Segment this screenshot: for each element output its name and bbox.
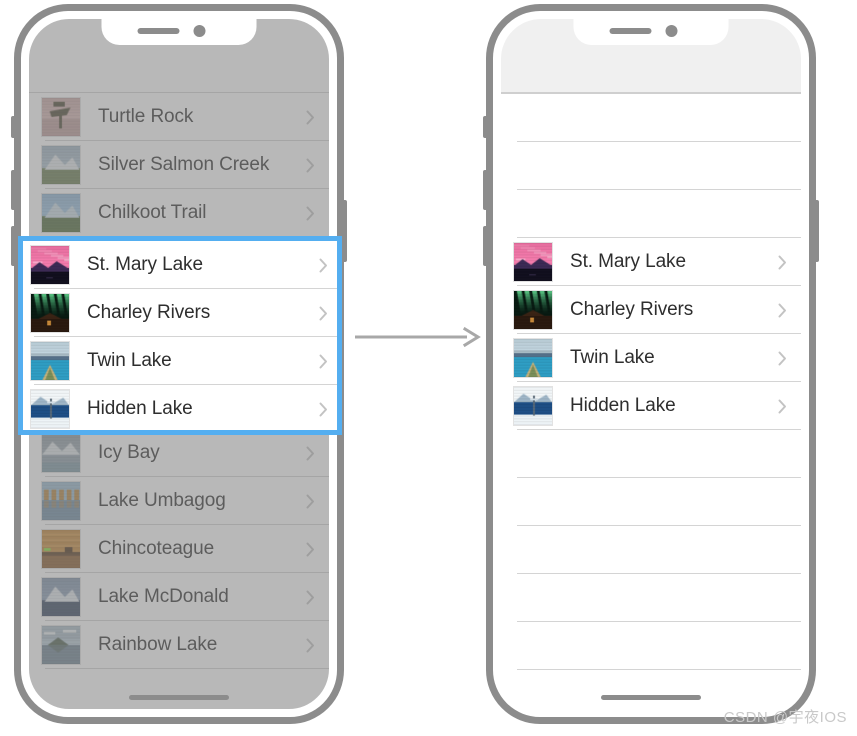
landmark-thumbnail — [41, 145, 81, 185]
table-row[interactable]: Chincoteague — [29, 525, 329, 573]
chevron-right-icon — [306, 110, 315, 125]
landmark-list[interactable]: St. Mary Lake Charley Rivers Twin Lake Hidd… — [501, 93, 801, 670]
landmark-name-label: Charley Rivers — [570, 299, 694, 320]
landmark-name-label: Rainbow Lake — [98, 634, 218, 655]
table-row — [501, 574, 801, 622]
table-row[interactable]: Icy Bay — [29, 429, 329, 477]
table-row — [501, 142, 801, 190]
landmark-name-label: Chilkoot Trail — [98, 202, 207, 223]
chevron-right-icon — [306, 206, 315, 221]
landmark-name-label: Hidden Lake — [570, 395, 676, 416]
silent-switch-button[interactable] — [483, 116, 488, 138]
table-row[interactable]: Chilkoot Trail — [29, 189, 329, 237]
landmark-thumbnail — [41, 481, 81, 521]
earpiece-speaker-icon — [609, 28, 652, 34]
home-indicator — [601, 695, 701, 700]
table-row[interactable]: Hidden Lake — [501, 382, 801, 430]
landmark-name-label: Lake Umbagog — [98, 490, 226, 511]
front-camera-icon — [193, 25, 206, 37]
phone-notch — [101, 19, 257, 45]
volume-up-button[interactable] — [483, 170, 488, 210]
landmark-thumbnail — [41, 577, 81, 617]
table-row[interactable]: Charley Rivers — [501, 286, 801, 334]
power-button[interactable] — [814, 200, 819, 262]
table-row[interactable]: Twin Lake — [501, 334, 801, 382]
phone-screen-container: St. Mary Lake Charley Rivers Twin Lake Hidd… — [501, 19, 801, 709]
table-row — [501, 526, 801, 574]
power-button[interactable] — [342, 200, 347, 262]
table-row[interactable]: Turtle Rock — [29, 93, 329, 141]
table-row[interactable]: Silver Salmon Creek — [29, 141, 329, 189]
volume-up-button[interactable] — [11, 170, 16, 210]
volume-down-button[interactable] — [11, 226, 16, 266]
chevron-right-icon — [306, 638, 315, 653]
chevron-right-icon — [778, 399, 787, 414]
transition-arrow — [355, 325, 483, 349]
home-indicator — [129, 695, 229, 700]
landmark-name-label: Chincoteague — [98, 538, 215, 559]
landmark-thumbnail — [41, 433, 81, 473]
table-row — [501, 430, 801, 478]
table-row — [501, 478, 801, 526]
phone-mockup-after: St. Mary Lake Charley Rivers Twin Lake Hidd… — [483, 4, 819, 724]
phone-notch — [573, 19, 729, 45]
landmark-thumbnail — [41, 193, 81, 233]
chevron-right-icon — [306, 446, 315, 461]
chevron-right-icon — [306, 158, 315, 173]
diagram-canvas: Turtle Rock Silver Salmon Creek Chilkoot T… — [0, 0, 857, 736]
chevron-right-icon — [306, 590, 315, 605]
app-screen: St. Mary Lake Charley Rivers Twin Lake Hidd… — [501, 19, 801, 709]
table-row — [501, 94, 801, 142]
landmark-name-label: St. Mary Lake — [570, 251, 686, 272]
front-camera-icon — [665, 25, 678, 37]
landmark-thumbnail — [513, 242, 553, 282]
chevron-right-icon — [306, 494, 315, 509]
chevron-right-icon — [778, 351, 787, 366]
selection-highlight-box — [18, 236, 342, 435]
landmark-thumbnail — [41, 97, 81, 137]
landmark-thumbnail — [513, 338, 553, 378]
table-row[interactable]: Lake Umbagog — [29, 477, 329, 525]
volume-down-button[interactable] — [483, 226, 488, 266]
earpiece-speaker-icon — [137, 28, 180, 34]
landmark-name-label: Turtle Rock — [98, 106, 194, 127]
landmark-name-label: Silver Salmon Creek — [98, 154, 270, 175]
table-row — [501, 622, 801, 670]
table-row[interactable]: St. Mary Lake — [501, 238, 801, 286]
watermark: CSDN @宇夜IOS — [723, 709, 847, 726]
row-separator — [45, 668, 329, 669]
landmark-name-label: Icy Bay — [98, 442, 160, 463]
row-separator — [517, 669, 801, 670]
landmark-thumbnail — [41, 529, 81, 569]
chevron-right-icon — [778, 255, 787, 270]
landmark-thumbnail — [513, 386, 553, 426]
landmark-thumbnail — [41, 625, 81, 665]
chevron-right-icon — [778, 303, 787, 318]
chevron-right-icon — [306, 542, 315, 557]
landmark-thumbnail — [513, 290, 553, 330]
table-row — [501, 190, 801, 238]
silent-switch-button[interactable] — [11, 116, 16, 138]
table-row[interactable]: Lake McDonald — [29, 573, 329, 621]
landmark-name-label: Twin Lake — [570, 347, 655, 368]
landmark-name-label: Lake McDonald — [98, 586, 229, 607]
table-row[interactable]: Rainbow Lake — [29, 621, 329, 669]
